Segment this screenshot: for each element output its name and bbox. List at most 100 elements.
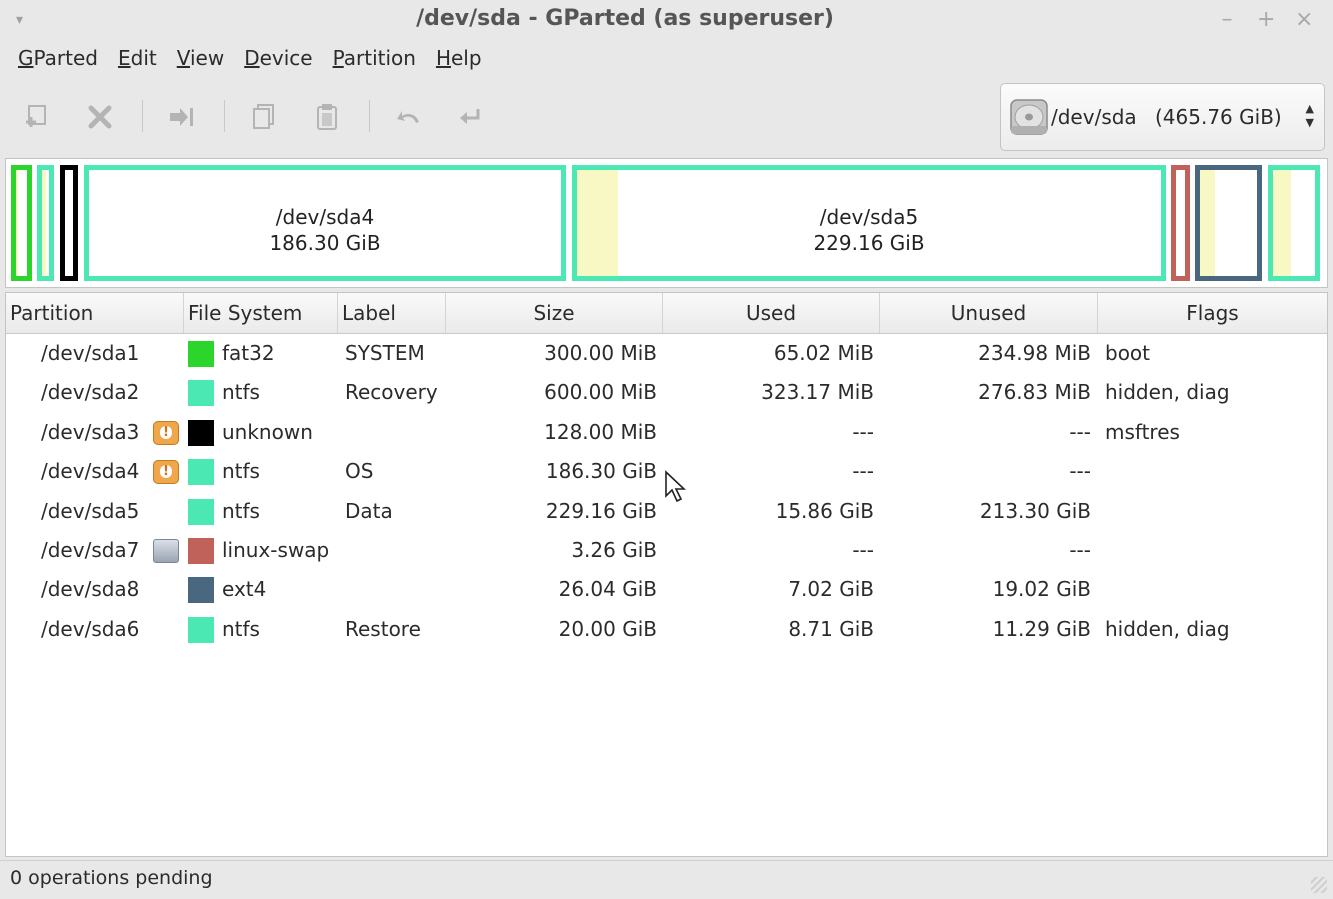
cell-flags: hidden, diag — [1105, 380, 1230, 405]
window-title: /dev/sda - GParted (as superuser) — [416, 6, 834, 31]
partition-table: Partition File System Label Size Used Un… — [5, 292, 1328, 857]
table-row[interactable]: /dev/sda6 ntfs Restore 20.00 GiB 8.71 GiB 11.… — [6, 610, 1327, 649]
menu-partition[interactable]: Partition — [323, 44, 426, 78]
cell-file-system: fat32 — [222, 341, 275, 365]
toolbar — [0, 86, 990, 146]
menu-view[interactable]: View — [167, 44, 234, 78]
new-partition-icon[interactable] — [20, 100, 54, 134]
menu-help[interactable]: Help — [426, 44, 492, 78]
cell-used: --- — [852, 419, 874, 444]
device-selector[interactable]: /dev/sda (465.76 GiB) ▲ ▼ — [1000, 83, 1325, 151]
resize-grip[interactable] — [1311, 877, 1327, 893]
table-row[interactable]: /dev/sda1 fat32 SYSTEM 300.00 MiB 65.02 MiB 2… — [6, 334, 1327, 373]
disk-map-segment-sda8[interactable] — [1195, 165, 1262, 281]
header-label[interactable]: Label — [338, 293, 446, 333]
warning-icon: ! — [153, 460, 179, 485]
cell-label: Restore — [345, 616, 421, 641]
menu-bar: GParted Edit View Device Partition Help — [0, 44, 492, 78]
mouse-cursor-icon — [665, 470, 687, 503]
delete-icon[interactable] — [83, 100, 117, 134]
cell-used: 15.86 GiB — [775, 498, 874, 523]
cell-file-system: linux-swap — [222, 538, 330, 562]
header-used[interactable]: Used — [663, 293, 880, 333]
cell-size: 600.00 MiB — [544, 380, 657, 405]
cell-size: 26.04 GiB — [558, 577, 657, 602]
paste-icon[interactable] — [310, 100, 344, 134]
hard-disk-icon — [1009, 96, 1049, 138]
table-row[interactable]: /dev/sda3! unknown 128.00 MiB --- --- msftres — [6, 413, 1327, 452]
disk-map-segment-sda3[interactable] — [60, 165, 78, 281]
header-unused[interactable]: Unused — [880, 293, 1098, 333]
cell-unused: --- — [1069, 459, 1091, 484]
status-text: 0 operations pending — [10, 867, 213, 889]
header-flags[interactable]: Flags — [1098, 293, 1327, 333]
minimize-button[interactable]: – — [1219, 8, 1235, 32]
title-bar: ▾ /dev/sda - GParted (as superuser) – + … — [0, 0, 1333, 42]
fs-color-swatch — [188, 459, 214, 486]
cell-used: 8.71 GiB — [788, 616, 874, 641]
cell-size: 229.16 GiB — [545, 498, 657, 523]
cell-unused: 11.29 GiB — [992, 616, 1091, 641]
cell-used: 323.17 MiB — [761, 380, 874, 405]
cell-size: 186.30 GiB — [545, 459, 657, 484]
header-size[interactable]: Size — [446, 293, 663, 333]
copy-icon[interactable] — [247, 100, 281, 134]
segment-name: /dev/sda4 — [275, 205, 375, 229]
fs-color-swatch — [188, 498, 214, 525]
undo-icon[interactable] — [392, 100, 426, 134]
header-partition[interactable]: Partition — [6, 293, 184, 333]
cell-file-system: ntfs — [222, 380, 260, 405]
cell-flags: hidden, diag — [1105, 616, 1230, 641]
cell-unused: --- — [1069, 419, 1091, 444]
cell-partition: /dev/sda3 — [41, 419, 140, 444]
cell-used: 65.02 MiB — [773, 341, 874, 365]
fs-color-swatch — [188, 538, 214, 564]
disk-map-segment-sda7[interactable] — [1171, 165, 1190, 281]
cell-unused: 19.02 GiB — [992, 577, 1091, 602]
header-file-system[interactable]: File System — [184, 293, 338, 333]
close-button[interactable]: × — [1295, 8, 1313, 32]
disk-map-segment-sda1[interactable] — [11, 165, 32, 281]
fs-color-swatch — [188, 380, 214, 407]
table-row[interactable]: /dev/sda7 linux-swap 3.26 GiB --- --- — [6, 531, 1327, 570]
cell-label: SYSTEM — [345, 341, 425, 365]
disk-map-segment-sda6[interactable] — [1268, 165, 1320, 281]
cell-unused: 213.30 GiB — [979, 498, 1091, 523]
cell-partition: /dev/sda7 — [41, 538, 140, 562]
cell-size: 20.00 GiB — [558, 616, 657, 641]
cell-file-system: ntfs — [222, 498, 260, 523]
warning-icon: ! — [153, 420, 179, 445]
disk-map-segment-sda4[interactable]: /dev/sda4 186.30 GiB — [84, 165, 566, 281]
device-name: /dev/sda — [1051, 105, 1137, 129]
spinner-arrows-icon[interactable]: ▲ ▼ — [1306, 102, 1314, 130]
menu-device[interactable]: Device — [234, 44, 322, 78]
cell-size: 3.26 GiB — [571, 538, 657, 562]
menu-gparted[interactable]: GParted — [8, 44, 108, 78]
fs-color-swatch — [188, 577, 214, 604]
cell-file-system: ext4 — [222, 577, 267, 602]
cell-label: Recovery — [345, 380, 438, 405]
cell-partition: /dev/sda5 — [41, 498, 140, 523]
fs-color-swatch — [188, 419, 214, 446]
cell-file-system: unknown — [222, 419, 313, 444]
maximize-button[interactable]: + — [1257, 8, 1275, 32]
disk-map-segment-sda5[interactable]: /dev/sda5 229.16 GiB — [572, 165, 1166, 281]
lock-icon — [153, 539, 179, 563]
segment-size: 229.16 GiB — [813, 231, 925, 255]
segment-name: /dev/sda5 — [819, 205, 919, 229]
fs-color-swatch — [188, 341, 214, 367]
cell-used: --- — [852, 538, 874, 562]
menu-edit[interactable]: Edit — [108, 44, 167, 78]
status-bar: 0 operations pending — [0, 860, 1333, 899]
disk-map: /dev/sda4 186.30 GiB /dev/sda5 229.16 Gi… — [5, 158, 1328, 288]
cell-size: 128.00 MiB — [544, 419, 657, 444]
disk-map-segment-sda2[interactable] — [37, 165, 54, 281]
cell-partition: /dev/sda2 — [41, 380, 140, 405]
table-row[interactable]: /dev/sda8 ext4 26.04 GiB 7.02 GiB 19.02 GiB — [6, 570, 1327, 609]
cell-size: 300.00 MiB — [544, 341, 657, 365]
apply-icon[interactable] — [454, 100, 488, 134]
table-row[interactable]: /dev/sda2 ntfs Recovery 600.00 MiB 323.17 Mi… — [6, 373, 1327, 412]
resize-move-icon[interactable] — [165, 100, 199, 134]
cell-partition: /dev/sda8 — [41, 577, 140, 602]
cell-file-system: ntfs — [222, 616, 260, 641]
